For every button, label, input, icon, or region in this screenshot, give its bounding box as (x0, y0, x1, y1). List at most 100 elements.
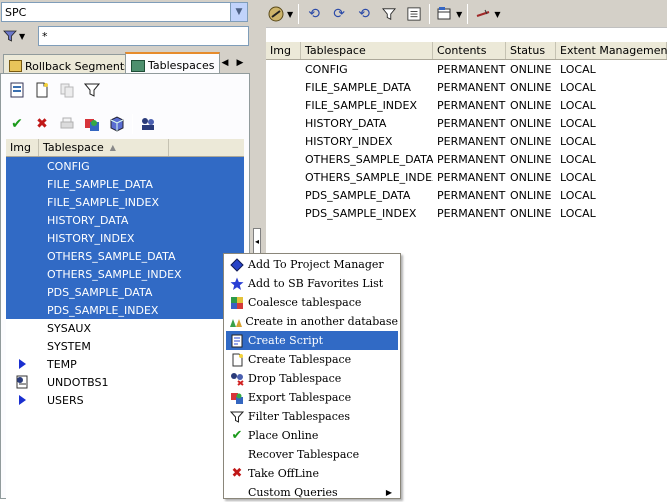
table-row[interactable]: PDS_SAMPLE_DATA PERMANENT ONLINE LOCAL (266, 186, 667, 204)
filter-input-field[interactable] (39, 27, 248, 45)
schema-combo[interactable]: SPC ▼ (1, 2, 248, 22)
column-header-extent-management[interactable]: Extent Management (556, 42, 667, 59)
wand-icon[interactable] (473, 4, 493, 24)
table-row[interactable]: HISTORY_INDEX PERMANENT ONLINE LOCAL (266, 132, 667, 150)
tab-rollback-segments[interactable]: Rollback Segments (3, 54, 136, 74)
table-row[interactable]: PDS_SAMPLE_INDEX (6, 301, 244, 319)
column-header-tablespace[interactable]: Tablespace ▲ (39, 139, 169, 156)
table-row[interactable]: OTHERS_SAMPLE_DATA (6, 247, 244, 265)
table-row[interactable]: FILE_SAMPLE_INDEX (6, 193, 244, 211)
table-row[interactable]: HISTORY_DATA PERMANENT ONLINE LOCAL (266, 114, 667, 132)
table-row[interactable]: PDS_SAMPLE_DATA (6, 283, 244, 301)
menu-item-create-tablespace[interactable]: Create Tablespace (226, 350, 398, 369)
cube-icon[interactable] (107, 114, 127, 134)
menu-item-label: Take OffLine (248, 467, 319, 480)
table-row[interactable]: OTHERS_SAMPLE_INDEX PERMANENT ONLINE LOCAL (266, 168, 667, 186)
table-row[interactable]: SYSTEM (6, 337, 244, 355)
table-row[interactable]: OTHERS_SAMPLE_DATA PERMANENT ONLINE LOCAL (266, 150, 667, 168)
new-document-icon[interactable] (32, 80, 52, 100)
sort-ascending-icon: ▲ (109, 143, 116, 152)
refresh-all-icon[interactable]: ⟳ (329, 4, 349, 24)
menu-item-label: Create Script (248, 334, 324, 347)
menu-item-drop-tablespace[interactable]: Drop Tablespace (226, 369, 398, 388)
printer-icon[interactable] (57, 114, 77, 134)
users-role-icon[interactable] (138, 114, 158, 134)
tablespace-cell: OTHERS_SAMPLE_DATA (305, 152, 433, 166)
tablespace-list: Img Tablespace ▲ CONFIG FILE_SAMPLE_DATA F… (6, 139, 244, 499)
filter-input[interactable] (38, 26, 249, 46)
menu-item-add-to-sb-favorites-list[interactable]: Add to SB Favorites List (226, 274, 398, 293)
extent-management-cell: LOCAL (560, 152, 596, 166)
submenu-arrow-icon: ▶ (385, 488, 392, 497)
menu-item-coalesce-tablespace[interactable]: Coalesce tablespace (226, 293, 398, 312)
browser-toolbar-top (7, 78, 102, 102)
filter-dropdown-button[interactable]: ▼ (3, 27, 35, 45)
table-row[interactable]: FILE_SAMPLE_DATA PERMANENT ONLINE LOCAL (266, 78, 667, 96)
export-icon[interactable] (82, 114, 102, 134)
filter-icon[interactable] (82, 80, 102, 100)
checkmark-icon[interactable]: ✔ (7, 114, 27, 134)
table-row[interactable]: TEMP (6, 355, 244, 373)
table-row[interactable]: FILE_SAMPLE_DATA (6, 175, 244, 193)
menu-item-place-online[interactable]: ✔ Place Online (226, 426, 398, 445)
table-row[interactable]: UNDOTBS1 (6, 373, 244, 391)
table-row[interactable]: USERS (6, 391, 244, 409)
table-row[interactable]: SYSAUX (6, 319, 244, 337)
table-row[interactable]: CONFIG (6, 157, 244, 175)
status-cell: ONLINE (510, 134, 552, 148)
tab-label: Rollback Segments (25, 59, 130, 73)
toolbar-separator (429, 4, 431, 24)
tablespace-name: SYSAUX (47, 321, 91, 335)
copy-icon[interactable] (57, 80, 77, 100)
tablespace-name: PDS_SAMPLE_INDEX (47, 303, 159, 317)
table-row[interactable]: HISTORY_INDEX (6, 229, 244, 247)
extent-management-cell: LOCAL (560, 62, 596, 76)
tablespace-name: HISTORY_INDEX (47, 231, 135, 245)
menu-item-take-offline[interactable]: ✖ Take OffLine (226, 464, 398, 483)
details-grid-header: Img Tablespace Contents Status Extent Ma… (266, 42, 667, 60)
red-x-icon[interactable]: ✖ (32, 114, 52, 134)
table-row[interactable]: HISTORY_DATA (6, 211, 244, 229)
list-icon[interactable] (404, 4, 424, 24)
splitter-collapse-icon[interactable]: ◂ (253, 228, 261, 254)
menu-item-filter-tablespaces[interactable]: Filter Tablespaces (226, 407, 398, 426)
contents-cell: PERMANENT (437, 206, 506, 220)
object-tabs: Rollback Segments Tablespaces ◀ ▶ (0, 52, 250, 74)
connection-icon[interactable] (266, 4, 286, 24)
column-header-status[interactable]: Status (506, 42, 556, 59)
tab-tablespaces[interactable]: Tablespaces (125, 52, 221, 74)
menu-item-create-in-another-database[interactable]: Create in another database (226, 312, 398, 331)
refresh-selected-icon[interactable]: ⟲ (354, 4, 374, 24)
schema-combo-value: SPC (5, 6, 27, 19)
menu-item-custom-queries[interactable]: Custom Queries ▶ (226, 483, 398, 502)
status-cell: ONLINE (510, 80, 552, 94)
table-row[interactable]: PDS_SAMPLE_INDEX PERMANENT ONLINE LOCAL (266, 204, 667, 222)
table-row[interactable]: FILE_SAMPLE_INDEX PERMANENT ONLINE LOCAL (266, 96, 667, 114)
tablespace-cell: CONFIG (305, 62, 348, 76)
tab-scroll-left-icon[interactable]: ◀ (218, 55, 232, 71)
column-header-img[interactable]: Img (6, 139, 39, 156)
menu-item-create-script[interactable]: Create Script (226, 331, 398, 350)
menu-item-add-to-project-manager[interactable]: Add To Project Manager (226, 255, 398, 274)
status-cell: ONLINE (510, 206, 552, 220)
chevron-down-icon[interactable]: ▼ (230, 3, 247, 21)
details-icon[interactable] (7, 80, 27, 100)
refresh-icon[interactable]: ⟲ (304, 4, 324, 24)
chevron-down-icon[interactable]: ▼ (494, 10, 500, 19)
tablespaces-icon (131, 59, 145, 72)
table-row[interactable]: OTHERS_SAMPLE_INDEX (6, 265, 244, 283)
menu-item-recover-tablespace[interactable]: Recover Tablespace (226, 445, 398, 464)
red-x-icon: ✖ (231, 466, 243, 481)
column-header-tablespace[interactable]: Tablespace (301, 42, 433, 59)
table-row[interactable]: CONFIG PERMANENT ONLINE LOCAL (266, 60, 667, 78)
filter-icon[interactable] (379, 4, 399, 24)
column-header-contents[interactable]: Contents (433, 42, 506, 59)
columns-icon[interactable] (435, 4, 455, 24)
contents-cell: PERMANENT (437, 98, 506, 112)
chevron-down-icon[interactable]: ▼ (456, 10, 462, 19)
column-header-img[interactable]: Img (266, 42, 301, 59)
chevron-down-icon[interactable]: ▼ (287, 10, 293, 19)
menu-item-export-tablespace[interactable]: Export Tablespace (226, 388, 398, 407)
tablespace-name: FILE_SAMPLE_INDEX (47, 195, 159, 209)
tab-scroll-right-icon[interactable]: ▶ (233, 55, 247, 71)
